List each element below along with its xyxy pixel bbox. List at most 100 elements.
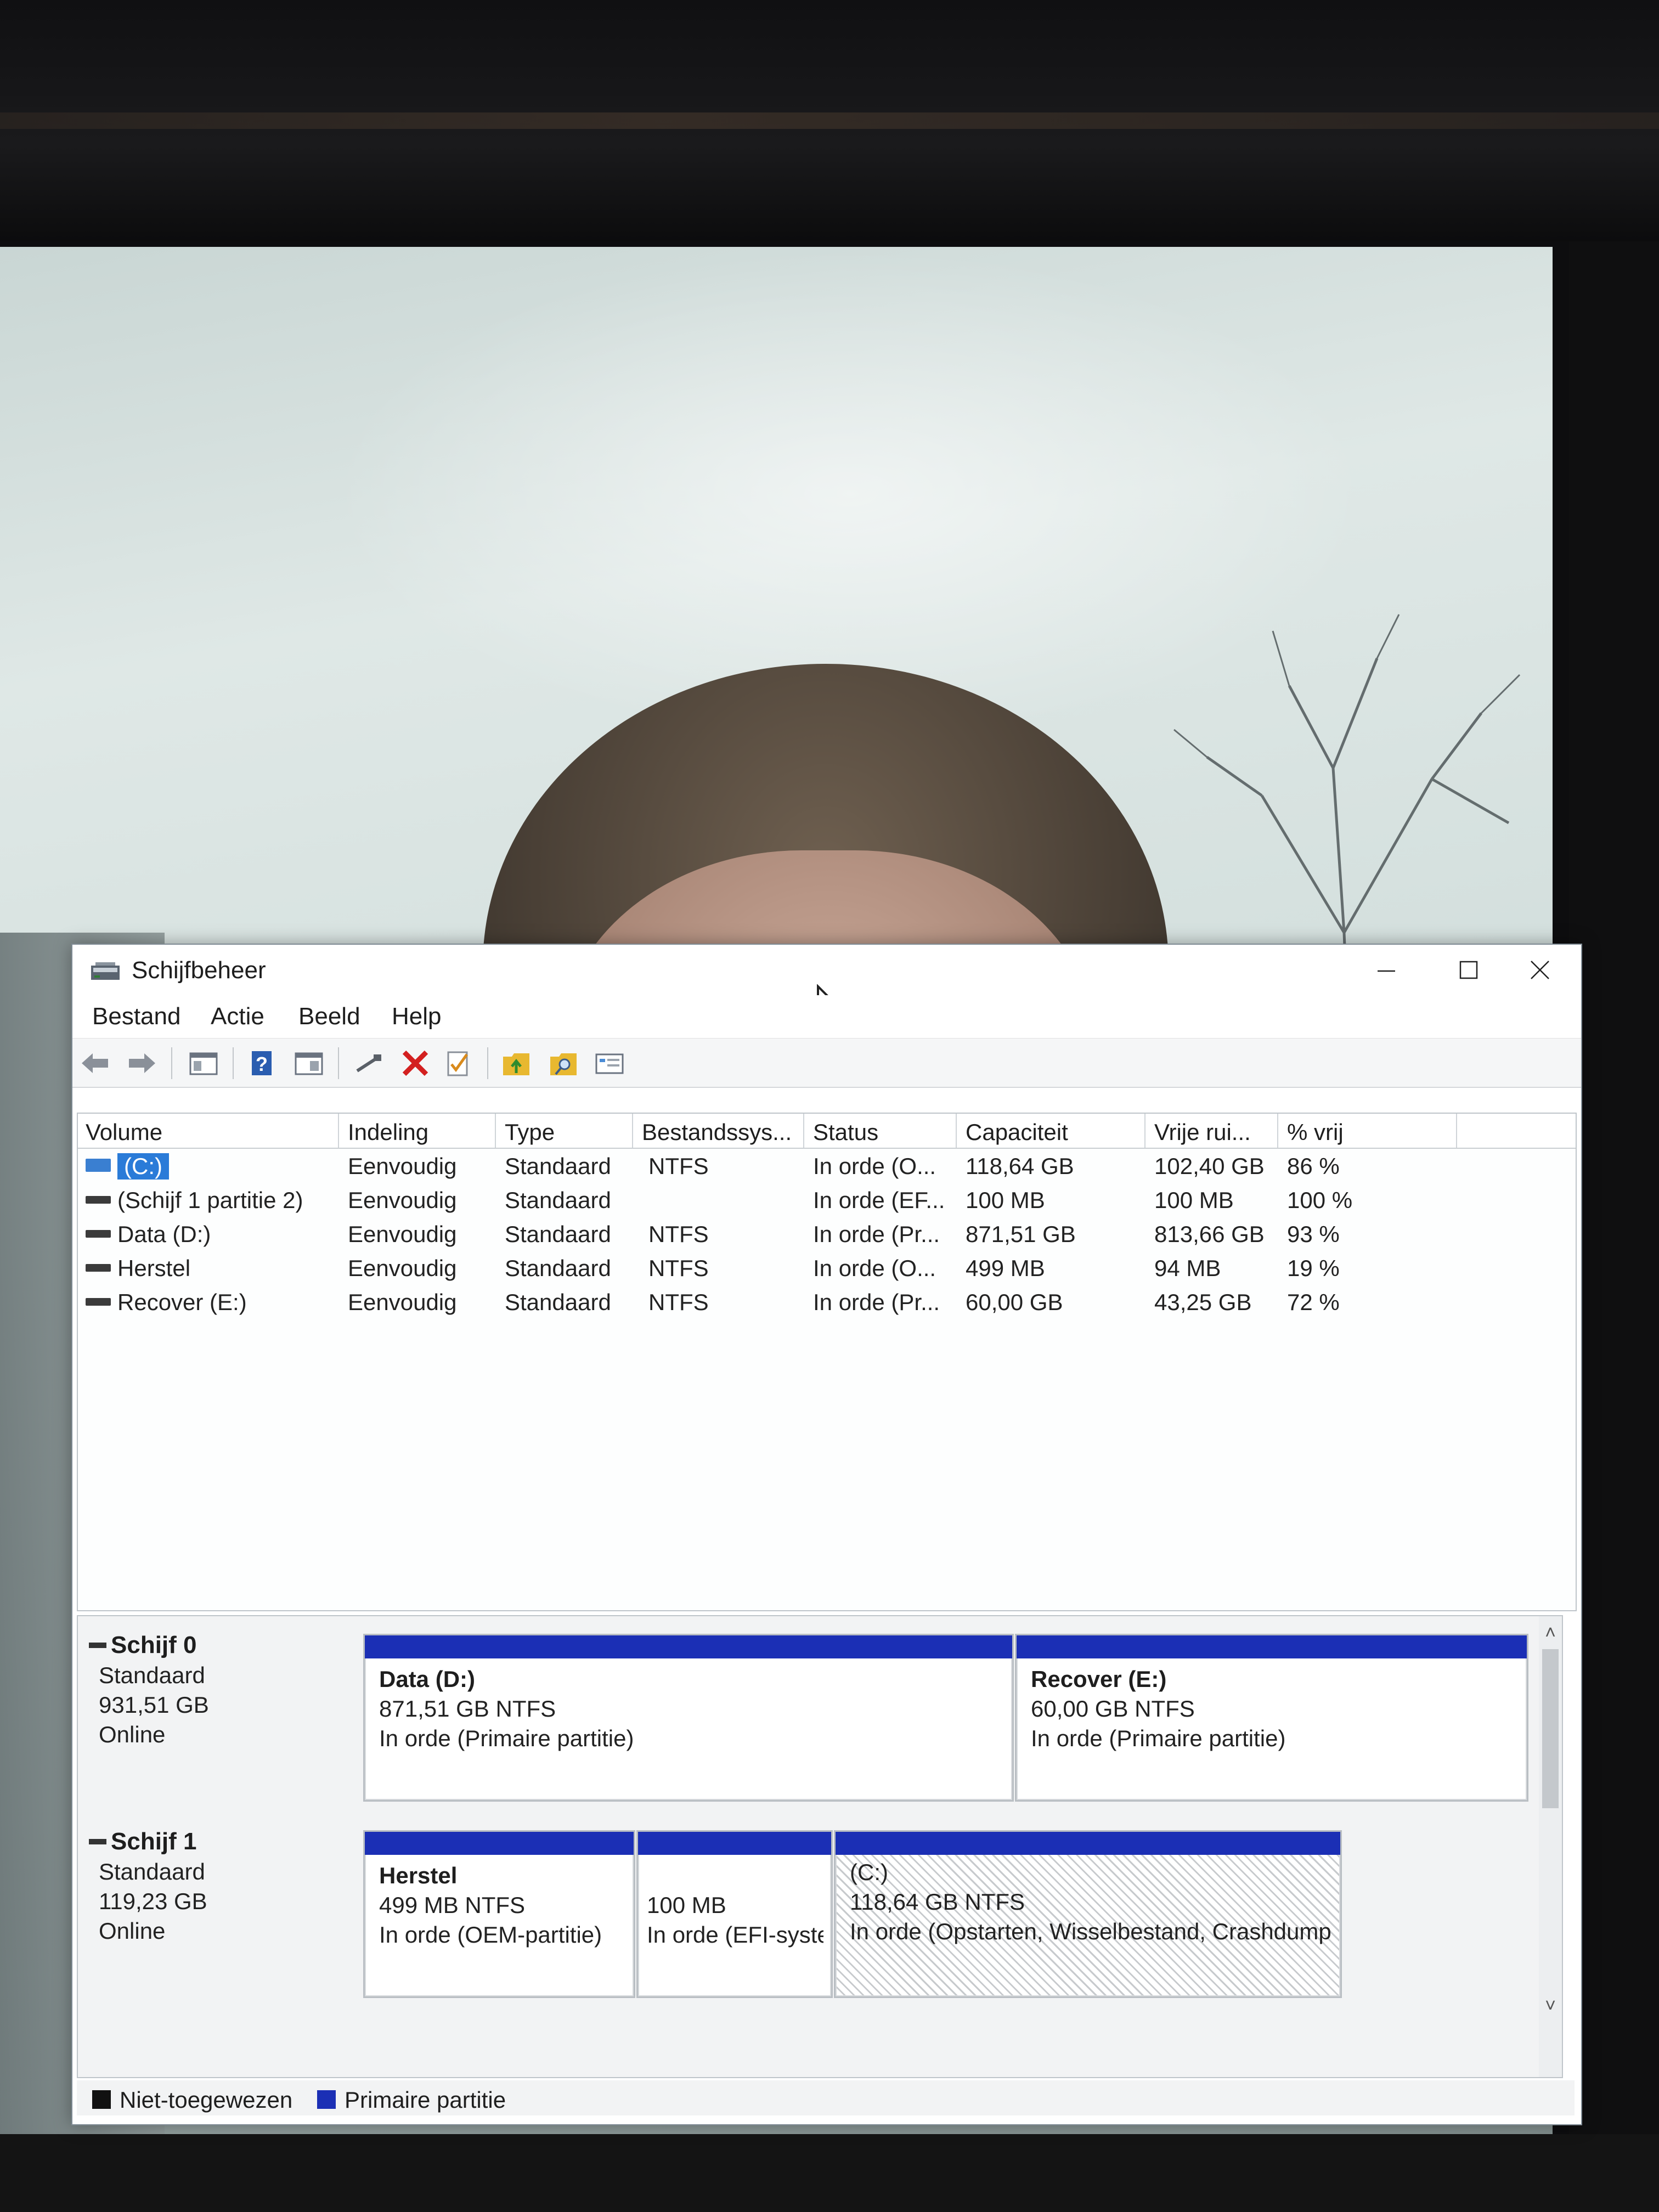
- volume-capaciteit: 871,51 GB: [966, 1221, 1076, 1247]
- scroll-up-icon[interactable]: ˄: [1542, 1622, 1559, 1644]
- check-icon: [447, 1051, 469, 1076]
- check-button[interactable]: [443, 1048, 475, 1078]
- delete-button[interactable]: [399, 1048, 431, 1078]
- toolbar-separator: [338, 1047, 339, 1079]
- back-button[interactable]: [79, 1048, 111, 1078]
- partition-recover-e[interactable]: Recover (E:) 60,00 GB NTFS In orde (Prim…: [1015, 1634, 1528, 1802]
- disk-0-label[interactable]: Schijf 0 Standaard 931,51 GB Online: [78, 1627, 352, 1808]
- delete-icon: [402, 1050, 428, 1076]
- column-procent-vrij[interactable]: % vrij: [1287, 1119, 1344, 1146]
- volume-type: Standaard: [505, 1255, 611, 1281]
- partition-efi[interactable]: 100 MB In orde (EFI-systeempartitie): [636, 1830, 833, 1998]
- disk-management-window: Schijfbeheer Bestand Actie Beeld Help ? …: [71, 944, 1582, 2125]
- column-volume[interactable]: Volume: [86, 1119, 162, 1146]
- menu-beeld[interactable]: Beeld: [298, 1003, 360, 1030]
- connect-button[interactable]: [353, 1048, 385, 1078]
- close-button[interactable]: [1499, 945, 1581, 995]
- disk-type: Standaard: [99, 1859, 205, 1884]
- legend: Niet-toegewezen Primaire partitie: [77, 2080, 1575, 2115]
- column-capaciteit[interactable]: Capaciteit: [966, 1119, 1068, 1146]
- maximize-button[interactable]: [1427, 945, 1510, 995]
- column-divider[interactable]: [803, 1114, 804, 1148]
- column-status[interactable]: Status: [813, 1119, 878, 1146]
- partition-bar: [836, 1832, 1340, 1855]
- volume-row[interactable]: (C:) Eenvoudig Standaard NTFS In orde (O…: [78, 1149, 1576, 1183]
- partition-herstel[interactable]: Herstel 499 MB NTFS In orde (OEM-partiti…: [363, 1830, 635, 1998]
- volume-row[interactable]: (Schijf 1 partitie 2) Eenvoudig Standaar…: [78, 1183, 1576, 1217]
- properties-button[interactable]: [293, 1048, 325, 1078]
- volume-row[interactable]: Herstel Eenvoudig Standaard NTFS In orde…: [78, 1251, 1576, 1285]
- column-divider[interactable]: [495, 1114, 496, 1148]
- menu-bestand[interactable]: Bestand: [92, 1003, 180, 1030]
- volume-vrij: 102,40 GB: [1154, 1153, 1265, 1179]
- column-divider[interactable]: [956, 1114, 957, 1148]
- volume-list: Volume Indeling Type Bestandssys... Stat…: [77, 1113, 1577, 1611]
- column-type[interactable]: Type: [505, 1119, 555, 1146]
- volume-icon: [86, 1298, 111, 1306]
- volume-name: Data (D:): [117, 1221, 211, 1247]
- forward-button[interactable]: [126, 1048, 158, 1078]
- column-divider[interactable]: [1456, 1114, 1457, 1148]
- partition-data-d[interactable]: Data (D:) 871,51 GB NTFS In orde (Primai…: [363, 1634, 1014, 1802]
- scroll-thumb[interactable]: [1542, 1649, 1559, 1808]
- volume-capaciteit: 118,64 GB: [966, 1153, 1074, 1179]
- volume-icon: [86, 1230, 111, 1238]
- column-divider[interactable]: [1144, 1114, 1146, 1148]
- monitor-bezel-bottom: [0, 2134, 1659, 2212]
- scroll-down-icon[interactable]: ˅: [1542, 1995, 1559, 2017]
- up-folder-button[interactable]: [500, 1048, 532, 1078]
- partition-title: Data (D:): [379, 1666, 475, 1692]
- volume-type: Standaard: [505, 1221, 611, 1247]
- volume-indeling: Eenvoudig: [348, 1255, 457, 1281]
- search-folder-button[interactable]: [548, 1048, 579, 1078]
- console-button[interactable]: [594, 1048, 625, 1078]
- volume-name: (Schijf 1 partitie 2): [117, 1187, 303, 1213]
- partition-status: In orde (OEM-partitie): [379, 1922, 602, 1948]
- legend-unallocated: Niet-toegewezen: [120, 2087, 293, 2113]
- disk-icon: [89, 1839, 106, 1844]
- window-title: Schijfbeheer: [132, 957, 266, 984]
- partition-c[interactable]: (C:) 118,64 GB NTFS In orde (Opstarten, …: [834, 1830, 1342, 1998]
- partition-bar: [365, 1832, 634, 1855]
- column-divider[interactable]: [338, 1114, 339, 1148]
- volume-indeling: Eenvoudig: [348, 1289, 457, 1315]
- column-vrije-ruimte[interactable]: Vrije rui...: [1154, 1119, 1251, 1146]
- title-bar[interactable]: Schijfbeheer: [72, 945, 1581, 1034]
- disk-1-label[interactable]: Schijf 1 Standaard 119,23 GB Online: [78, 1824, 352, 2005]
- up-folder-icon: [503, 1053, 529, 1075]
- show-hide-tree-button[interactable]: [188, 1048, 219, 1078]
- volume-vrij: 100 MB: [1154, 1187, 1234, 1213]
- partition-size: 60,00 GB NTFS: [1031, 1696, 1195, 1722]
- volume-pct: 100 %: [1287, 1187, 1353, 1213]
- column-bestandssysteem[interactable]: Bestandssys...: [642, 1119, 792, 1146]
- volume-status: In orde (Pr...: [813, 1289, 940, 1315]
- volume-row[interactable]: Data (D:) Eenvoudig Standaard NTFS In or…: [78, 1217, 1576, 1251]
- column-divider[interactable]: [1277, 1114, 1278, 1148]
- volume-status: In orde (Pr...: [813, 1221, 940, 1247]
- disk-state: Online: [99, 1722, 166, 1747]
- disk-state: Online: [99, 1918, 166, 1944]
- help-button[interactable]: ?: [247, 1048, 279, 1078]
- column-indeling[interactable]: Indeling: [348, 1119, 428, 1146]
- volume-name: (C:): [117, 1153, 169, 1180]
- partition-title: (C:): [850, 1859, 888, 1885]
- menu-actie[interactable]: Actie: [211, 1003, 264, 1030]
- disk-icon: [89, 1643, 106, 1648]
- minimize-button[interactable]: [1345, 945, 1427, 995]
- volume-fs: NTFS: [648, 1153, 709, 1179]
- volume-list-header: Volume Indeling Type Bestandssys... Stat…: [78, 1114, 1576, 1149]
- disk-map-scrollbar[interactable]: ˄ ˅: [1539, 1616, 1562, 2077]
- menu-help[interactable]: Help: [392, 1003, 442, 1030]
- back-arrow-icon: [82, 1053, 108, 1073]
- volume-pct: 86 %: [1287, 1153, 1340, 1179]
- partition-size: 100 MB: [647, 1892, 726, 1918]
- disk-type: Standaard: [99, 1662, 205, 1688]
- partition-bar: [638, 1832, 831, 1855]
- volume-type: Standaard: [505, 1153, 611, 1179]
- monitor-edge: [0, 112, 1659, 129]
- volume-row[interactable]: Recover (E:) Eenvoudig Standaard NTFS In…: [78, 1285, 1576, 1319]
- legend-primary-swatch: [317, 2090, 336, 2109]
- volume-fs: NTFS: [648, 1289, 709, 1315]
- column-divider[interactable]: [632, 1114, 633, 1148]
- show-hide-tree-icon: [189, 1052, 218, 1075]
